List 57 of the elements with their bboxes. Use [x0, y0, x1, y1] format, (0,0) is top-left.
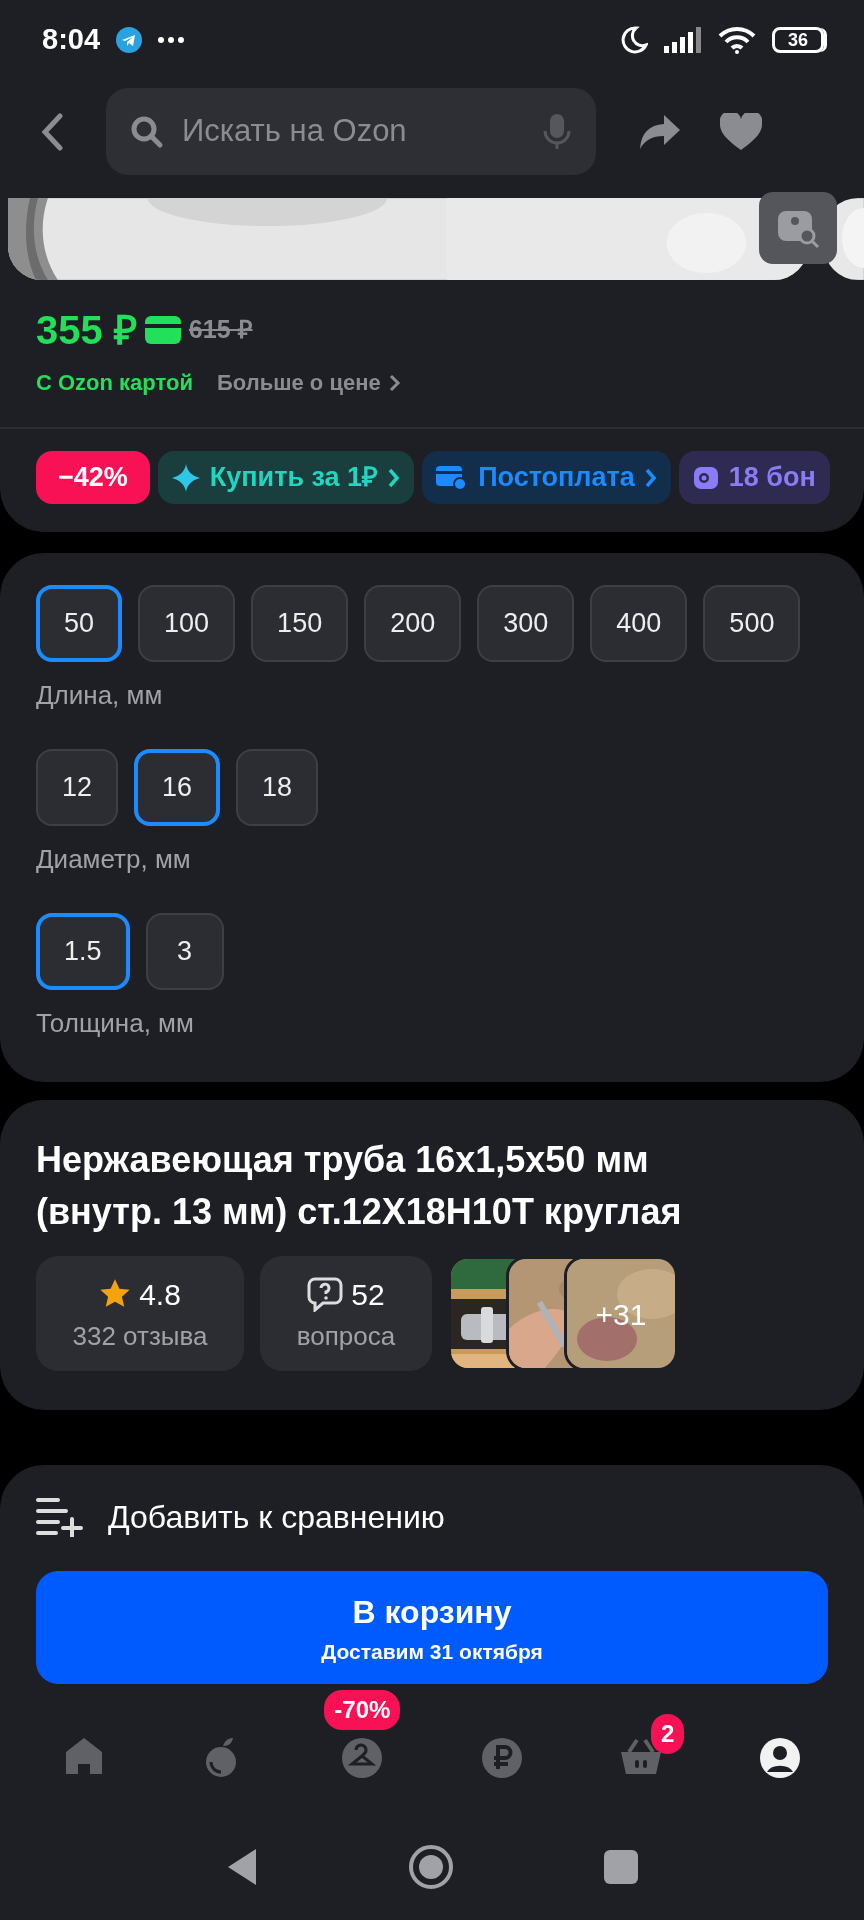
option-button[interactable]: 150 [251, 585, 349, 662]
ruble-icon [479, 1736, 524, 1780]
question-icon [307, 1276, 344, 1313]
option-label: Диаметр, мм [36, 843, 192, 876]
option-button[interactable]: 50 [36, 585, 123, 662]
card-icon [144, 316, 181, 344]
search-icon [130, 114, 164, 149]
option-button[interactable]: 1.5 [36, 913, 130, 990]
card-price-label: С Ozon картой [36, 369, 193, 397]
bonus-chip[interactable]: 18 бон [678, 451, 830, 504]
count-badge: 2 [650, 1714, 685, 1754]
questions-button[interactable]: 52 вопроса [260, 1256, 432, 1372]
battery-indicator: 36 [772, 27, 824, 53]
option-button[interactable]: 300 [477, 585, 575, 662]
promo-chip[interactable]: Купить за 1₽ [157, 451, 415, 504]
option-button[interactable]: 500 [703, 585, 801, 662]
chevron-icon [388, 373, 401, 392]
option-button[interactable]: 12 [36, 749, 119, 826]
product-title: Нержавеющая труба 16x1,5x50 мм (внутр. 13 мм) ст.12Х18Н10Т круглая [36, 1138, 683, 1235]
price-details-link[interactable]: Больше о цене [216, 366, 401, 399]
heart-icon[interactable] [720, 112, 762, 151]
wifi-icon [718, 26, 756, 54]
discount-badge: -70% [324, 1690, 401, 1730]
list-add-icon [36, 1497, 84, 1537]
price: 355 ₽ [36, 307, 137, 354]
discount-badge[interactable]: −42% [36, 451, 150, 504]
telegram-icon [116, 27, 143, 53]
postpay-chip[interactable]: Постоплата [422, 451, 671, 504]
compare-button[interactable]: Добавить к сравнению [0, 1465, 864, 1541]
option-button[interactable]: 16 [134, 749, 221, 826]
system-recents-icon[interactable] [604, 1850, 638, 1884]
old-price: 615 ₽ [188, 314, 253, 346]
rating-button[interactable]: 4.8 332 отзыва [36, 1256, 244, 1372]
system-home-icon[interactable] [408, 1844, 454, 1890]
hanger-icon [340, 1736, 385, 1780]
chevron-icon [388, 467, 401, 488]
back-icon[interactable] [40, 112, 64, 151]
search-field[interactable]: Искать на Ozon [180, 107, 500, 156]
moon-icon [620, 26, 648, 54]
system-back-icon[interactable] [226, 1847, 258, 1887]
image-search-button[interactable] [759, 192, 837, 264]
option-button[interactable]: 3 [145, 913, 224, 990]
profile-icon [758, 1736, 803, 1780]
chevron-icon [644, 467, 657, 488]
share-icon[interactable] [638, 112, 682, 151]
more-icon [158, 37, 185, 43]
status-time: 8:04 [42, 22, 101, 58]
option-button[interactable]: 18 [236, 749, 319, 826]
option-button[interactable]: 100 [138, 585, 236, 662]
sparkle-icon [171, 463, 200, 492]
add-to-cart-button[interactable]: В корзину Доставим 31 октября [36, 1571, 828, 1684]
option-button[interactable]: 200 [364, 585, 462, 662]
search-bar[interactable]: Искать на Ozon [106, 88, 596, 175]
option-label: Длина, мм [36, 679, 164, 712]
option-button[interactable]: 400 [590, 585, 688, 662]
option-label: Толщина, мм [36, 1007, 195, 1040]
signal-icon [664, 27, 702, 53]
